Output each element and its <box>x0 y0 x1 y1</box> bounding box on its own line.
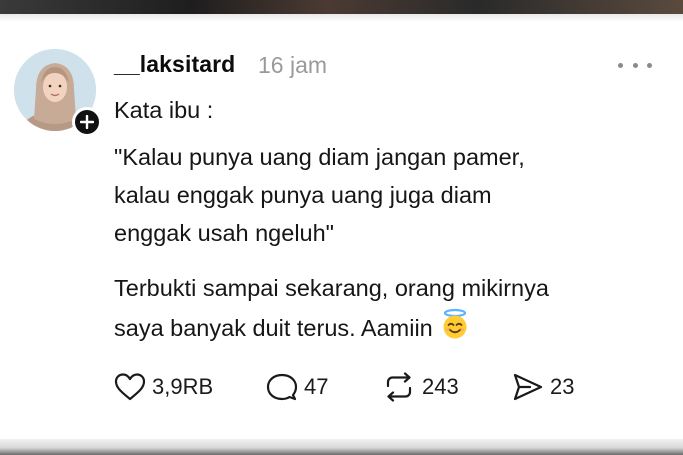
repost-button[interactable]: 243 <box>382 367 459 407</box>
post-text-line: enggak usah ngeluh" <box>114 220 335 246</box>
post-username[interactable]: __laksitard <box>114 51 235 78</box>
post-text-line: saya banyak duit terus. Aamiin <box>114 315 433 341</box>
like-count: 3,9RB <box>152 374 214 399</box>
post-text-line-last: saya banyak duit terus. Aamiin <box>114 307 471 353</box>
repost-icon <box>386 372 412 402</box>
share-count: 23 <box>550 374 575 399</box>
more-dot-icon <box>647 62 652 68</box>
plus-icon <box>80 115 94 129</box>
comment-icon <box>266 373 298 401</box>
repost-count: 243 <box>422 374 459 399</box>
share-button[interactable]: 23 <box>512 367 574 407</box>
thread-post: __laksitard 16 jam Kata ibu : "Kalau pun… <box>0 22 683 432</box>
card-bottom-edge <box>0 439 683 455</box>
send-icon <box>513 373 543 401</box>
card-top-shadow <box>0 14 683 22</box>
follow-plus-button[interactable] <box>72 107 102 137</box>
post-text-line: kalau enggak punya uang juga diam <box>114 182 492 208</box>
like-button[interactable]: 3,9RB <box>114 367 213 407</box>
avatar-container[interactable] <box>14 49 102 137</box>
reply-count: 47 <box>304 374 329 399</box>
more-options-button[interactable] <box>618 58 652 72</box>
more-dot-icon <box>618 62 623 68</box>
smiling-face-with-halo-icon <box>439 308 471 353</box>
more-dot-icon <box>632 62 638 68</box>
heart-icon <box>114 373 146 401</box>
background-photo-strip-top <box>0 0 683 14</box>
post-text-line: Kata ibu : <box>114 97 214 123</box>
post-text-line: "Kalau punya uang diam jangan pamer, <box>114 144 525 170</box>
reply-button[interactable]: 47 <box>266 367 328 407</box>
post-timestamp: 16 jam <box>258 52 328 78</box>
post-text-line: Terbukti sampai sekarang, orang mikirnya <box>114 275 549 301</box>
